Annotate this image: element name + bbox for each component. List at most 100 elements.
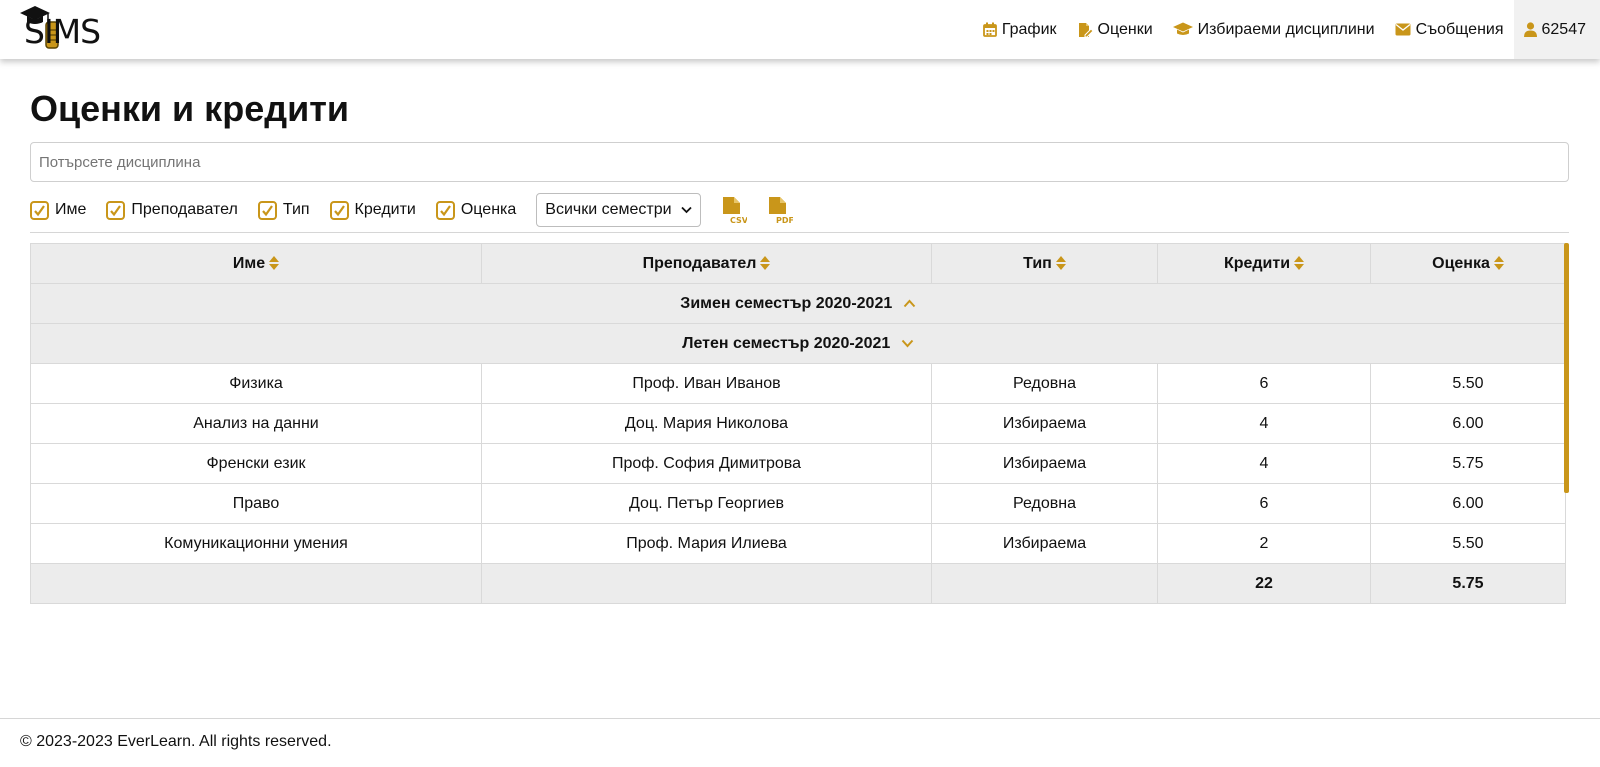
column-header-label: Кредити (1223, 254, 1291, 272)
table-scrollbar[interactable] (1564, 243, 1569, 493)
export-pdf-button[interactable]: PDF (767, 196, 793, 224)
column-header-teacher[interactable]: Преподавател (481, 243, 932, 284)
user-icon (1523, 22, 1537, 37)
column-header-label: Оценка (1432, 254, 1490, 272)
cell-name: Комуникационни умения (30, 523, 482, 564)
total-credits: 22 (1157, 563, 1371, 604)
chevron-down-icon (681, 206, 692, 214)
column-filters: Име Преподавател Тип Кредити Оценка Всич… (30, 193, 793, 227)
page-title: Оценки и кредити (30, 88, 349, 129)
main-nav: График Оценки Избираеми дисциплини Съобщ… (973, 0, 1600, 59)
sort-icon (760, 256, 771, 271)
cell-teacher: Доц. Петър Георгиев (481, 483, 932, 524)
top-navbar: SIMS График Оценки Избираеми дисциплини … (0, 0, 1600, 59)
table-row: Френски език Проф. София Димитрова Избир… (30, 443, 1566, 484)
column-header-name[interactable]: Име (30, 243, 482, 284)
filter-grade-label: Оценка (460, 201, 517, 218)
cell-type: Избираема (931, 403, 1158, 444)
filter-credits-label: Кредити (354, 201, 416, 218)
filter-name-checkbox[interactable]: Име (30, 200, 87, 220)
semester-group-label: Летен семестър 2020-2021 (682, 334, 891, 352)
column-header-grade[interactable]: Оценка (1370, 243, 1566, 284)
checkbox-checked-icon[interactable] (435, 200, 455, 220)
filter-name-label: Име (55, 201, 87, 218)
grades-table-container: Име Преподавател Тип Кредити Оценка Зиме… (30, 243, 1569, 604)
filter-type-label: Тип (282, 201, 310, 218)
cell-teacher: Проф. Мария Илиева (481, 523, 932, 564)
cell-name: Френски език (30, 443, 482, 484)
cell-grade: 5.50 (1370, 363, 1566, 404)
checkbox-checked-icon[interactable] (257, 200, 277, 220)
chevron-down-icon (901, 339, 913, 348)
search-input[interactable] (30, 142, 1569, 182)
column-header-credits[interactable]: Кредити (1157, 243, 1371, 284)
filter-teacher-checkbox[interactable]: Преподавател (106, 200, 238, 220)
grades-table: Име Преподавател Тип Кредити Оценка Зиме… (30, 243, 1566, 604)
footer-copyright: © 2023-2023 EverLearn. All rights reserv… (20, 733, 332, 750)
table-row: Право Доц. Петър Георгиев Редовна 6 6.00 (30, 483, 1566, 524)
pdf-file-icon: PDF (769, 197, 793, 224)
checkbox-checked-icon[interactable] (106, 200, 126, 220)
cell-name: Анализ на данни (30, 403, 482, 444)
nav-messages[interactable]: Съобщения (1385, 0, 1514, 59)
sims-logo[interactable]: SIMS (18, 4, 118, 54)
semester-group-row[interactable]: Зимен семестър 2020-2021 (30, 283, 1566, 324)
nav-grades[interactable]: Оценки (1067, 0, 1163, 59)
cell-credits: 4 (1157, 443, 1371, 484)
footer-divider (0, 718, 1600, 719)
envelope-icon (1395, 23, 1411, 36)
semester-group-label: Зимен семестър 2020-2021 (680, 294, 893, 312)
file-edit-icon (1078, 22, 1093, 37)
semester-select-value: Всички семестри (545, 201, 672, 218)
table-row: Анализ на данни Доц. Мария Николова Изби… (30, 403, 1566, 444)
totals-row: 22 5.75 (30, 563, 1566, 604)
nav-schedule[interactable]: График (973, 0, 1067, 59)
sort-icon (1294, 256, 1305, 271)
total-name-cell (30, 563, 482, 604)
column-header-label: Име (232, 254, 266, 272)
total-type-cell (931, 563, 1158, 604)
semester-group-cell[interactable]: Зимен семестър 2020-2021 (30, 283, 1566, 324)
semester-group-cell[interactable]: Летен семестър 2020-2021 (30, 323, 1566, 364)
cell-teacher: Проф. София Димитрова (481, 443, 932, 484)
sort-icon (1055, 256, 1066, 271)
average-grade: 5.75 (1370, 563, 1566, 604)
nav-schedule-label: График (1001, 20, 1057, 38)
cell-name: Право (30, 483, 482, 524)
svg-text:PDF: PDF (776, 216, 793, 224)
table-row: Физика Проф. Иван Иванов Редовна 6 5.50 (30, 363, 1566, 404)
cell-credits: 2 (1157, 523, 1371, 564)
semester-group-row[interactable]: Летен семестър 2020-2021 (30, 323, 1566, 364)
chevron-up-icon (903, 299, 915, 307)
cell-credits: 6 (1157, 363, 1371, 404)
graduation-cap-icon (1172, 22, 1193, 35)
table-row: Комуникационни умения Проф. Мария Илиева… (30, 523, 1566, 564)
total-teacher-cell (481, 563, 932, 604)
filter-type-checkbox[interactable]: Тип (257, 200, 310, 220)
filter-grade-checkbox[interactable]: Оценка (435, 200, 517, 220)
cell-grade: 5.75 (1370, 443, 1566, 484)
column-header-label: Тип (1023, 254, 1052, 272)
cell-credits: 4 (1157, 403, 1371, 444)
cell-teacher: Доц. Мария Николова (481, 403, 932, 444)
export-csv-button[interactable]: CSV (721, 196, 747, 224)
cell-type: Избираема (931, 523, 1158, 564)
cell-grade: 5.50 (1370, 523, 1566, 564)
nav-user[interactable]: 62547 (1513, 0, 1600, 59)
semester-select[interactable]: Всички семестри (536, 193, 702, 227)
sort-icon (1493, 256, 1504, 271)
checkbox-checked-icon[interactable] (30, 200, 49, 220)
sort-icon (269, 256, 280, 271)
nav-electives[interactable]: Избираеми дисциплини (1163, 0, 1385, 59)
logo-text: SIMS (24, 12, 101, 51)
nav-electives-label: Избираеми дисциплини (1197, 20, 1375, 38)
table-header-row: Име Преподавател Тип Кредити Оценка (30, 243, 1566, 284)
toolbar-divider (30, 232, 1569, 233)
cell-teacher: Проф. Иван Иванов (481, 363, 932, 404)
nav-messages-label: Съобщения (1415, 20, 1504, 38)
cell-type: Редовна (931, 363, 1158, 404)
cell-credits: 6 (1157, 483, 1371, 524)
filter-credits-checkbox[interactable]: Кредити (329, 200, 416, 220)
checkbox-checked-icon[interactable] (329, 200, 349, 220)
column-header-type[interactable]: Тип (931, 243, 1158, 284)
